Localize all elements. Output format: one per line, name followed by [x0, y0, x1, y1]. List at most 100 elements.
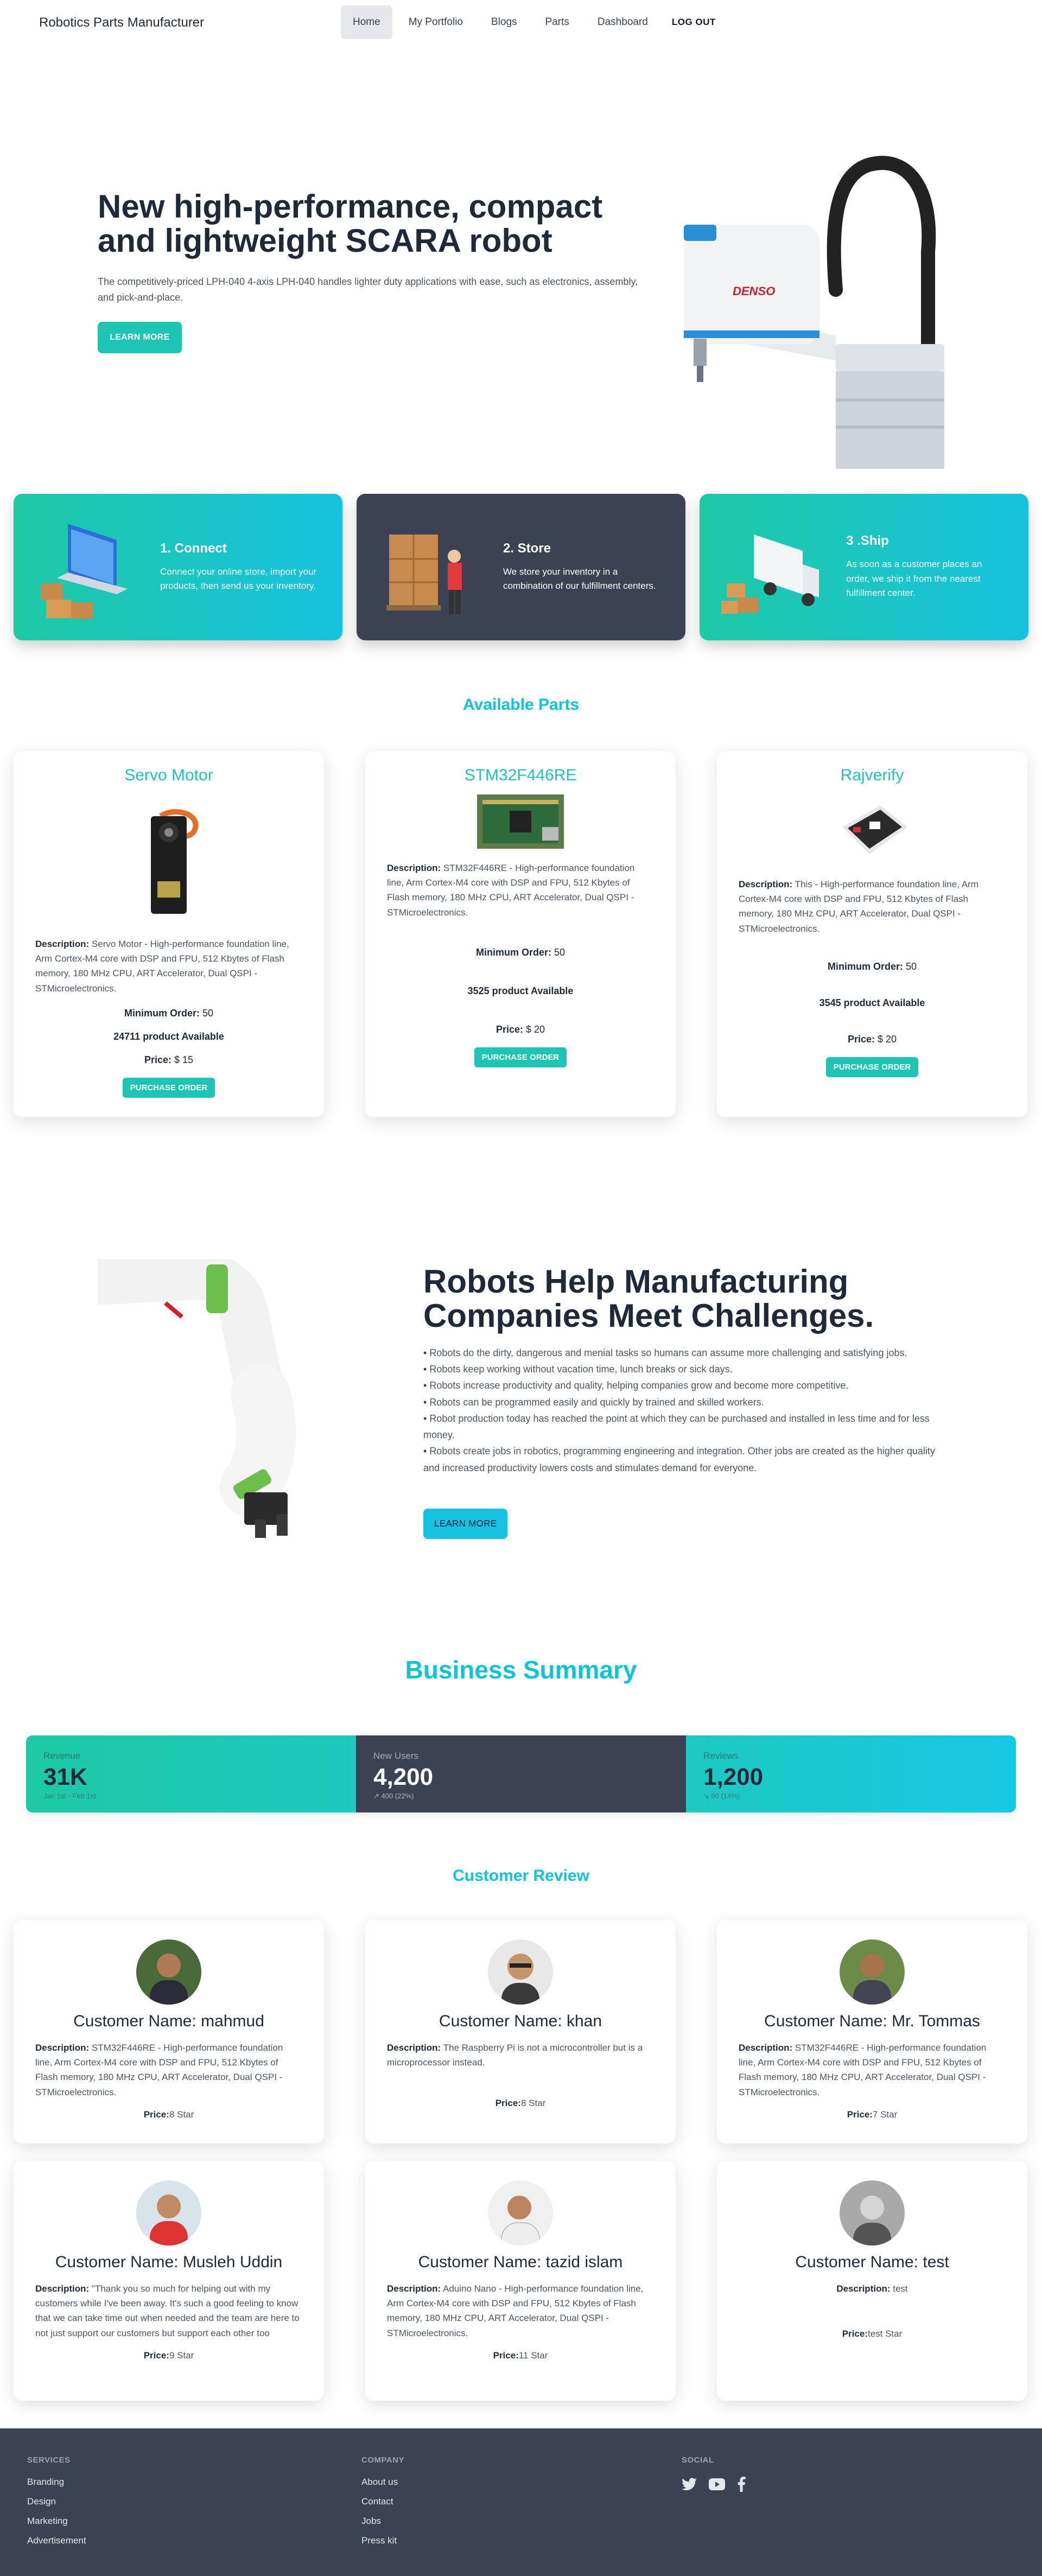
stat-value: 31K: [43, 1764, 87, 1790]
reviews-section-title: Customer Review: [453, 1867, 589, 1885]
footer-link[interactable]: Contact: [361, 2496, 404, 2507]
stat-description: ↗︎ 400 (22%): [373, 1792, 414, 1800]
logout-button[interactable]: LOG OUT: [664, 6, 723, 39]
nav-my-portfolio[interactable]: My Portfolio: [397, 5, 475, 39]
part-availability: 3545 product Available: [819, 997, 925, 1008]
robot-arm-image: [98, 1259, 296, 1538]
review-card: Customer Name: Mr. Tommas Description: S…: [717, 1920, 1027, 2144]
robots-learn-more-button[interactable]: LEARN MORE: [423, 1509, 508, 1539]
footer-heading: SERVICES: [27, 2456, 71, 2465]
nav-home[interactable]: Home: [341, 5, 392, 39]
hero-learn-more-button[interactable]: LEARN MORE: [98, 321, 182, 353]
review-description: Description: STM32F446RE - High-performa…: [739, 2043, 987, 2097]
review-card: Customer Name: Musleh Uddin Description:…: [14, 2161, 324, 2401]
review-rating: Price:8 Star: [495, 2098, 546, 2109]
step-description: As soon as a customer places an order, w…: [846, 559, 982, 599]
hero-title: New high-performance, compact and lightw…: [98, 188, 603, 259]
step-description: Connect your online store, import your p…: [160, 566, 317, 591]
customer-name: Customer Name: Mr. Tommas: [764, 2012, 980, 2030]
list-item: Robot production today has reached the p…: [423, 1410, 944, 1443]
youtube-icon[interactable]: [709, 2478, 725, 2490]
footer-social: SOCIAL: [682, 2456, 746, 2492]
servo-motor-image: [151, 809, 199, 914]
navbar: Robotics Parts Manufacturer Home My Port…: [0, 0, 1042, 46]
part-price: Price: $ 20: [847, 1033, 897, 1045]
facebook-icon[interactable]: [737, 2477, 746, 2492]
footer-heading: SOCIAL: [682, 2456, 714, 2465]
footer-link[interactable]: Press kit: [361, 2535, 404, 2546]
purchase-order-button[interactable]: PURCHASE ORDER: [474, 1047, 567, 1067]
list-item: Robots can be programmed easily and quic…: [423, 1394, 944, 1410]
robot-brand-label: DENSO: [733, 284, 775, 298]
nav-parts[interactable]: Parts: [533, 5, 581, 39]
part-description: Description: This - High-performance fou…: [739, 879, 979, 934]
avatar: [488, 1939, 553, 2005]
footer-link[interactable]: Jobs: [361, 2516, 404, 2527]
part-price: Price: $ 15: [144, 1054, 194, 1065]
footer-link[interactable]: Marketing: [27, 2516, 86, 2527]
footer-link[interactable]: About us: [361, 2477, 404, 2488]
list-item: Robots create jobs in robotics, programm…: [423, 1443, 944, 1475]
list-item: Robots increase productivity and quality…: [423, 1377, 944, 1394]
review-description: Description: STM32F446RE - High-performa…: [35, 2043, 283, 2097]
review-rating: Price:test Star: [842, 2329, 903, 2339]
avatar: [488, 2180, 553, 2246]
review-description: Description: "Thank you so much for help…: [35, 2284, 300, 2338]
part-name: Rajverify: [840, 766, 904, 784]
stat-new-users: New Users 4,200 ↗︎ 400 (22%): [356, 1735, 686, 1812]
stat-value: 4,200: [373, 1764, 434, 1790]
step-card-store: 2. Store We store your inventory in a co…: [357, 494, 685, 640]
avatar: [136, 2180, 201, 2246]
review-description: Description: Aduino Nano - High-performa…: [387, 2284, 644, 2338]
review-rating: Price:7 Star: [847, 2109, 898, 2120]
part-card: Servo Motor Description: Servo Motor - H…: [14, 751, 324, 1117]
nav-blogs[interactable]: Blogs: [479, 5, 529, 39]
review-card: Customer Name: khan Description: The Ras…: [365, 1920, 676, 2144]
nav-dashboard[interactable]: Dashboard: [586, 5, 660, 39]
step-card-ship: 3 .Ship As soon as a customer places an …: [700, 494, 1028, 640]
part-min-order: Minimum Order: 50: [124, 1007, 214, 1019]
avatar: [840, 1939, 905, 2005]
part-card: STM32F446RE Description: STM32F446RE - H…: [365, 751, 676, 1117]
purchase-order-button[interactable]: PURCHASE ORDER: [825, 1057, 919, 1077]
footer-services: SERVICES Branding Design Marketing Adver…: [27, 2456, 86, 2555]
robots-section-title: Robots Help Manufacturing Companies Meet…: [423, 1263, 874, 1334]
part-availability: 3525 product Available: [467, 985, 574, 996]
steps-section: 1. Connect Connect your online store, im…: [14, 494, 1028, 640]
step-description: We store your inventory in a combination…: [503, 566, 656, 591]
step-title: 1. Connect: [160, 540, 227, 556]
stat-label: Revenue: [43, 1751, 81, 1761]
footer-link[interactable]: Branding: [27, 2477, 86, 2488]
hero-description: The competitively-priced LPH-040 4-axis …: [98, 276, 638, 303]
customer-name: Customer Name: mahmud: [73, 2012, 264, 2030]
robots-benefits-list: Robots do the dirty, dangerous and menia…: [423, 1345, 944, 1476]
footer-link[interactable]: Advertisement: [27, 2535, 86, 2546]
customer-name: Customer Name: Musleh Uddin: [55, 2253, 283, 2271]
review-rating: Price:9 Star: [143, 2350, 194, 2361]
brand-name[interactable]: Robotics Parts Manufacturer: [39, 15, 204, 30]
avatar: [840, 2180, 905, 2246]
nav-menu: Home My Portfolio Blogs Parts Dashboard …: [341, 5, 723, 39]
stm32-board-image: [477, 794, 564, 849]
delivery-truck-illustration: [721, 535, 819, 614]
part-name: STM32F446RE: [464, 766, 577, 784]
list-item: Robots do the dirty, dangerous and menia…: [423, 1345, 944, 1361]
purchase-order-button[interactable]: PURCHASE ORDER: [122, 1077, 215, 1098]
footer-link[interactable]: Design: [27, 2496, 86, 2507]
stat-value: 1,200: [703, 1764, 764, 1790]
part-min-order: Minimum Order: 50: [475, 946, 566, 958]
summary-section-title: Business Summary: [405, 1656, 637, 1684]
twitter-icon[interactable]: [682, 2478, 697, 2491]
part-price: Price: $ 20: [495, 1023, 545, 1035]
review-card: Customer Name: test Description: test Pr…: [717, 2161, 1027, 2401]
list-item: Robots keep working without vacation tim…: [423, 1361, 944, 1377]
step-title: 2. Store: [503, 540, 551, 556]
review-description: Description: The Raspberry Pi is not a m…: [387, 2043, 643, 2068]
rajverify-board-image: [842, 805, 907, 854]
review-rating: Price:11 Star: [493, 2350, 548, 2361]
avatar: [136, 1939, 201, 2005]
customer-name: Customer Name: khan: [439, 2012, 602, 2030]
step-title: 3 .Ship: [846, 533, 889, 549]
stat-revenue: Revenue 31K Jan 1st - Feb 1st: [26, 1735, 356, 1812]
footer-company: COMPANY About us Contact Jobs Press kit: [361, 2456, 404, 2555]
